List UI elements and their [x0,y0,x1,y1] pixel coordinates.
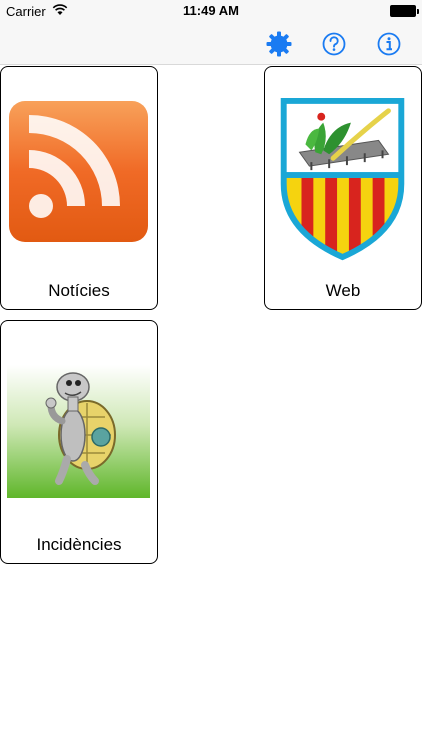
battery-icon [390,5,419,17]
incidencies-tile[interactable]: Incidències [0,320,158,564]
gear-icon [266,31,292,57]
navigation-bar [0,22,422,65]
help-icon [322,32,346,56]
info-button[interactable] [375,30,403,58]
status-bar: Carrier 11:49 AM [0,0,422,22]
info-icon [377,32,401,56]
status-time: 11:49 AM [183,3,239,18]
rss-icon [7,99,150,244]
web-label: Web [325,281,361,300]
noticies-label: Notícies [48,281,110,300]
incidencies-label: Incidències [36,535,122,554]
settings-button[interactable] [265,30,293,58]
help-button[interactable] [320,30,348,58]
turtle-icon [7,365,150,498]
web-tile[interactable]: Web [264,66,422,310]
crest-icon [271,97,414,261]
noticies-tile[interactable]: Notícies [0,66,158,310]
